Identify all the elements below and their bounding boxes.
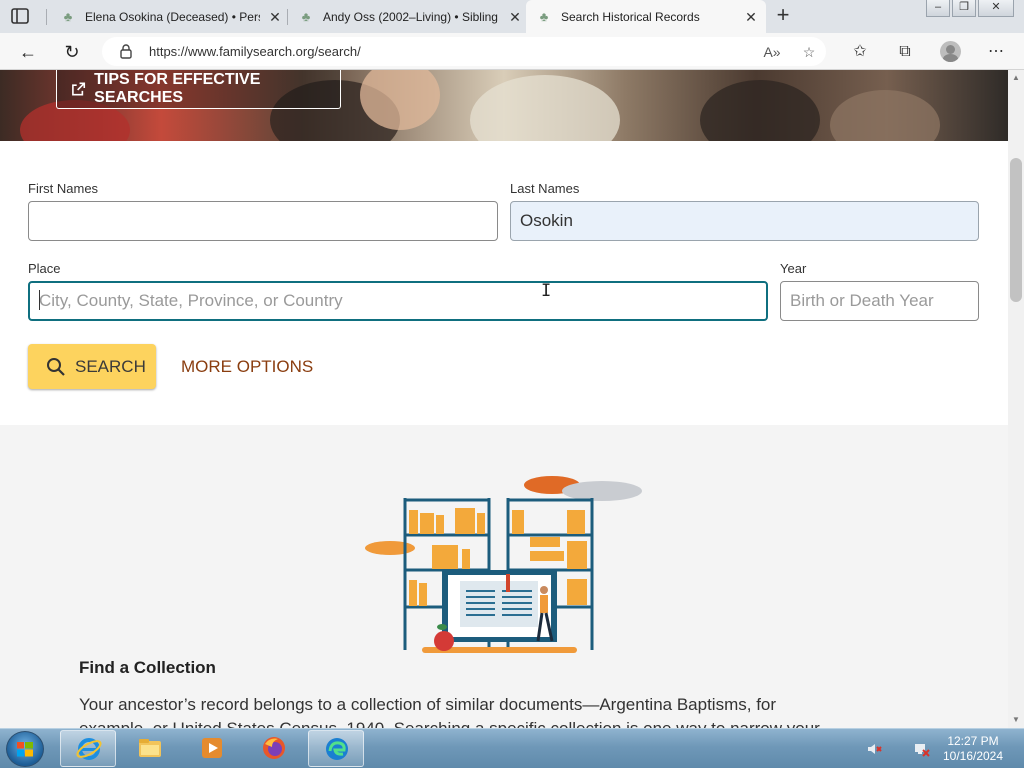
favorites-icon[interactable]: ✩ xyxy=(848,40,872,64)
year-label: Year xyxy=(780,261,807,276)
more-menu-icon[interactable]: ⋯ xyxy=(984,40,1008,64)
search-icon xyxy=(47,357,65,376)
start-button[interactable] xyxy=(6,731,44,767)
tab-title: Elena Osokina (Deceased) • Perso xyxy=(85,9,260,24)
browser-tab-strip: ♣ Elena Osokina (Deceased) • Perso ✕ ♣ A… xyxy=(0,0,1024,33)
firefox-icon xyxy=(263,737,285,759)
scroll-down-arrow-icon[interactable]: ▼ xyxy=(1008,712,1024,728)
internet-explorer-icon xyxy=(76,738,102,760)
clock-time: 12:27 PM xyxy=(947,734,999,748)
last-names-label: Last Names xyxy=(510,181,580,196)
last-names-input[interactable] xyxy=(510,201,979,241)
page-scrollbar[interactable]: ▲ ▼ xyxy=(1008,70,1024,728)
tab-separator xyxy=(46,9,47,25)
refresh-icon[interactable]: ↻ xyxy=(60,40,84,64)
library-bookshelves-illustration xyxy=(365,476,642,653)
media-player-icon xyxy=(202,738,222,758)
tab-elena-osokina[interactable]: ♣ Elena Osokina (Deceased) • Perso ✕ xyxy=(54,0,284,33)
familysearch-tree-icon: ♣ xyxy=(63,8,73,24)
first-names-label: First Names xyxy=(28,181,99,196)
close-tab-icon[interactable]: ✕ xyxy=(266,8,284,26)
familysearch-tree-icon: ♣ xyxy=(539,8,549,24)
taskbar-media-player[interactable] xyxy=(184,730,240,767)
tab-actions-icon[interactable] xyxy=(10,7,30,25)
taskbar-edge[interactable] xyxy=(308,730,364,767)
lock-icon[interactable] xyxy=(118,43,134,59)
tips-button-label: TIPS FOR EFFECTIVE SEARCHES xyxy=(94,71,261,106)
scroll-up-arrow-icon[interactable]: ▲ xyxy=(1008,70,1024,86)
external-link-icon xyxy=(72,82,86,96)
first-names-input[interactable] xyxy=(28,201,498,241)
read-aloud-icon[interactable]: A» xyxy=(762,42,782,62)
profile-avatar[interactable] xyxy=(940,41,961,62)
close-window-icon[interactable]: ✕ xyxy=(978,0,1014,17)
tab-separator xyxy=(287,9,288,25)
add-favorite-icon[interactable]: ☆ xyxy=(799,42,819,62)
new-tab-button[interactable]: + xyxy=(772,4,794,27)
windows-logo-icon xyxy=(17,742,33,757)
tab-search-historical-records[interactable]: ♣ Search Historical Records ✕ xyxy=(526,0,766,33)
text-caret xyxy=(39,290,40,310)
tab-andy-oss[interactable]: ♣ Andy Oss (2002–Living) • Sibling ✕ xyxy=(292,0,524,33)
find-a-collection-description: Your ancestor’s record belongs to a coll… xyxy=(79,695,820,728)
url-text: https://www.familysearch.org/search/ xyxy=(149,44,361,59)
familysearch-tree-icon: ♣ xyxy=(301,8,311,24)
place-label: Place xyxy=(28,261,61,276)
system-clock[interactable]: 12:27 PM 10/16/2024 xyxy=(933,734,1013,764)
ibeam-cursor-icon: I xyxy=(541,281,552,301)
tab-title: Search Historical Records xyxy=(561,9,700,24)
more-options-link[interactable]: MORE OPTIONS xyxy=(181,357,313,377)
search-button[interactable]: SEARCH xyxy=(28,344,156,389)
tips-for-effective-searches-button[interactable]: TIPS FOR EFFECTIVE SEARCHES xyxy=(56,70,341,109)
browser-toolbar: ← ↻ https://www.familysearch.org/search/… xyxy=(0,33,1024,70)
collections-icon[interactable]: ⧉ xyxy=(893,40,917,64)
place-input[interactable] xyxy=(28,281,768,321)
volume-muted-icon[interactable] xyxy=(866,741,882,757)
restore-icon[interactable]: ❐ xyxy=(952,0,976,17)
year-input[interactable] xyxy=(780,281,979,321)
clock-date: 10/16/2024 xyxy=(942,749,1004,763)
close-tab-icon[interactable]: ✕ xyxy=(742,8,760,26)
find-a-collection-section: Find a Collection Your ancestor’s record… xyxy=(0,425,1008,728)
folder-icon xyxy=(139,739,161,757)
hero-photo: TIPS FOR EFFECTIVE SEARCHES xyxy=(0,70,1008,165)
minimize-icon[interactable]: – xyxy=(926,0,950,17)
edge-icon xyxy=(326,738,348,760)
network-disconnected-icon[interactable] xyxy=(914,741,930,757)
find-a-collection-heading: Find a Collection xyxy=(79,658,216,677)
windows-taskbar: 12:27 PM 10/16/2024 xyxy=(0,728,1024,768)
back-arrow-icon[interactable]: ← xyxy=(16,40,40,64)
taskbar-firefox[interactable] xyxy=(246,730,302,767)
search-button-label: SEARCH xyxy=(75,356,146,376)
page-content: TIPS FOR EFFECTIVE SEARCHES First Names … xyxy=(0,70,1008,728)
close-tab-icon[interactable]: ✕ xyxy=(506,8,524,26)
taskbar-file-explorer[interactable] xyxy=(122,730,178,767)
address-bar[interactable]: https://www.familysearch.org/search/ A» … xyxy=(102,37,826,66)
tab-title: Andy Oss (2002–Living) • Sibling xyxy=(323,9,498,24)
taskbar-internet-explorer[interactable] xyxy=(60,730,116,767)
scrollbar-thumb[interactable] xyxy=(1010,158,1022,302)
window-controls: – ❐ ✕ xyxy=(924,0,1014,17)
